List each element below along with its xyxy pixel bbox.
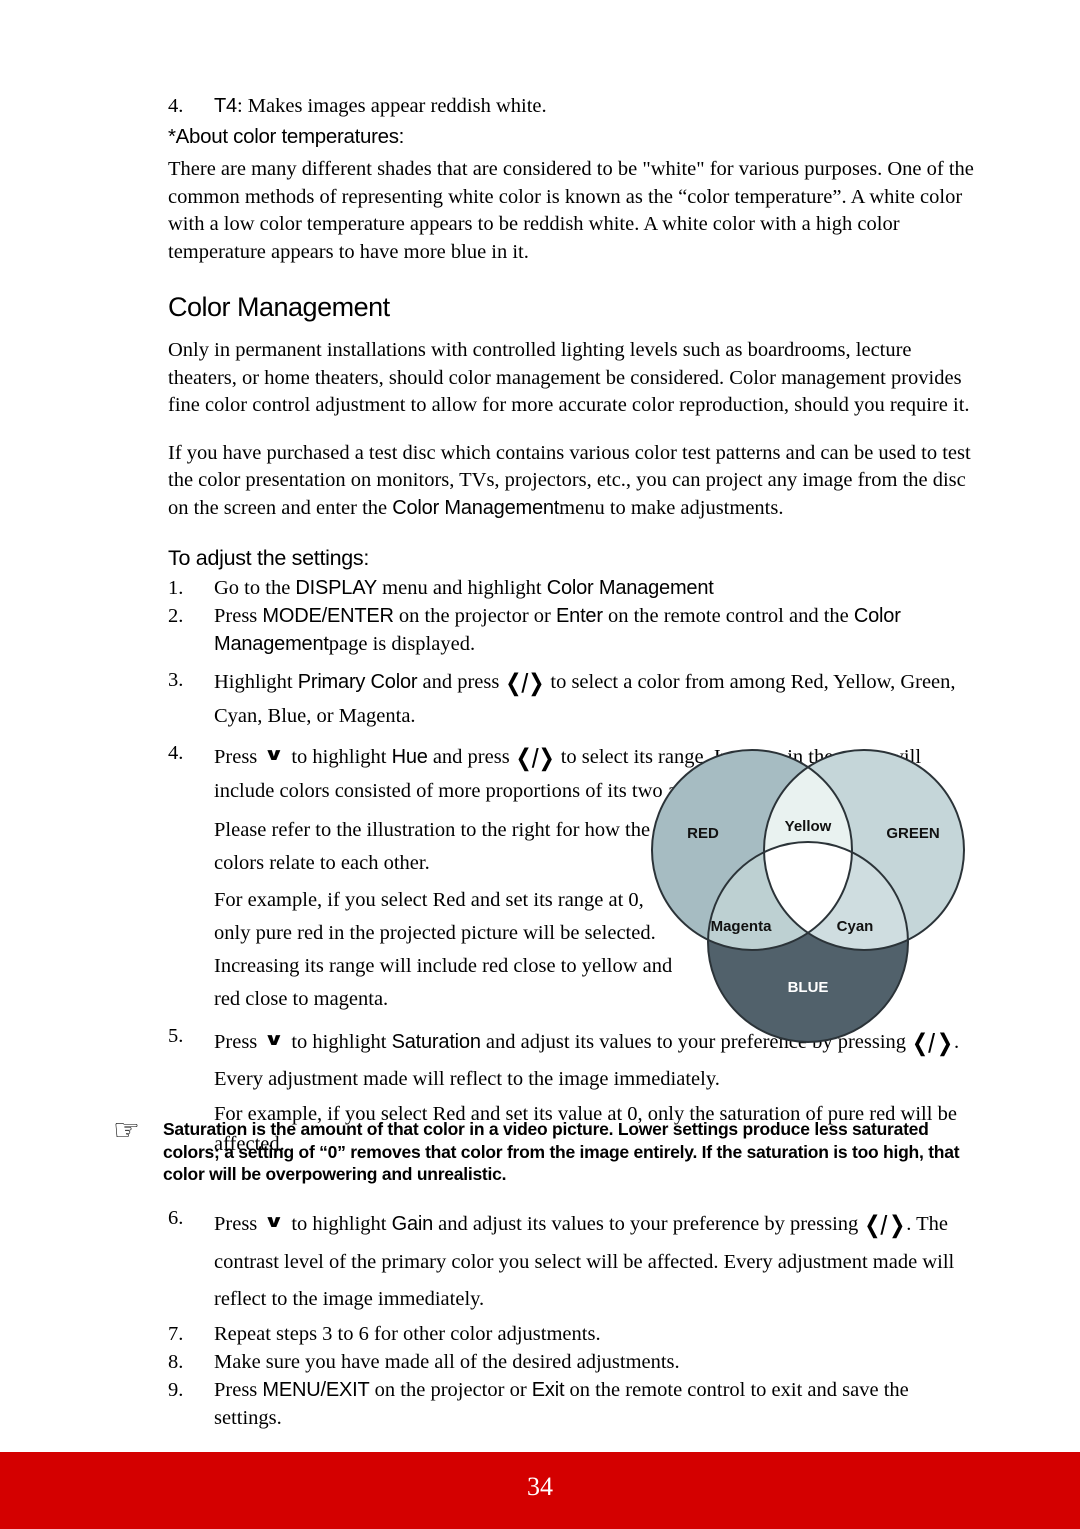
step-1-b: menu and highlight <box>377 577 547 599</box>
step-3-b: and press <box>417 671 505 693</box>
ui-term-t4: T4 <box>214 95 237 117</box>
venn-label-red: RED <box>687 825 719 842</box>
about-color-temperatures-heading: *About color temperatures: <box>168 125 405 148</box>
chevron-left-icon-gain: ❮/ <box>864 1211 888 1239</box>
step-2-body: Press MODE/ENTER on the projector or Ent… <box>214 602 980 658</box>
step-4-b: to highlight <box>286 746 392 768</box>
adjust-steps-list-continued: 6. Press ∨ to highlight Gain and adjust … <box>168 1204 980 1432</box>
step-9-marker: 9. <box>168 1379 184 1401</box>
step-2-c: on the remote control and the <box>602 605 854 627</box>
step-9-a: Press <box>214 1379 263 1401</box>
step-6-marker: 6. <box>168 1207 184 1229</box>
venn-label-cyan: Cyan <box>837 918 874 935</box>
ui-term-color-management-1: Color Management <box>546 577 714 599</box>
step-2-a: Press <box>214 605 263 627</box>
chevron-right-icon-gain: ❯ <box>889 1211 906 1239</box>
ui-term-menu-exit: MENU/EXIT <box>262 1379 370 1401</box>
step-3-marker: 3. <box>168 669 184 691</box>
step-8: 8. Make sure you have made all of the de… <box>168 1348 980 1376</box>
paragraph-2-part-b: menu to make adjustments. <box>559 496 784 519</box>
chevron-down-icon-hue: ∨ <box>263 745 285 765</box>
step-3: 3. Highlight Primary Color and press ❮/❯… <box>168 666 980 733</box>
step-9-body: Press MENU/EXIT on the projector or Exit… <box>214 1376 980 1432</box>
page-number: 34 <box>527 1472 553 1501</box>
ui-term-gain: Gain <box>391 1213 434 1235</box>
list-item-t4-rest: : Makes images appear reddish white. <box>236 95 547 117</box>
step-2-b: on the projector or <box>393 605 557 627</box>
ui-term-hue: Hue <box>391 746 428 768</box>
step-3-a: Highlight <box>214 671 298 693</box>
step-1: 1. Go to the DISPLAY menu and highlight … <box>168 574 980 602</box>
step-4-marker: 4. <box>168 742 184 764</box>
chevron-down-icon-saturation: ∨ <box>263 1030 285 1050</box>
ui-term-mode-enter: MODE/ENTER <box>262 605 394 627</box>
step-4-illustration-note: Please refer to the illustration to the … <box>214 819 651 874</box>
about-color-temperatures-paragraph: There are many different shades that are… <box>168 158 974 263</box>
venn-label-green: GREEN <box>886 825 939 842</box>
to-adjust-settings-heading: To adjust the settings: <box>168 546 370 570</box>
step-6-b: to highlight <box>286 1213 392 1235</box>
step-5-b: to highlight <box>286 1031 392 1053</box>
color-management-paragraph-2: If you have purchased a test disc which … <box>168 440 980 523</box>
step-8-body: Make sure you have made all of the desir… <box>214 1351 680 1373</box>
step-2-marker: 2. <box>168 605 184 627</box>
list-item-text: T4: Makes images appear reddish white. <box>214 92 980 120</box>
step-7-body: Repeat steps 3 to 6 for other color adju… <box>214 1323 601 1345</box>
step-2: 2. Press MODE/ENTER on the projector or … <box>168 602 980 658</box>
venn-label-blue: BLUE <box>788 979 829 996</box>
ui-term-exit: Exit <box>531 1379 565 1401</box>
step-1-a: Go to the <box>214 577 296 599</box>
color-management-paragraph-1: Only in permanent installations with con… <box>168 339 970 416</box>
ui-term-display: DISPLAY <box>295 577 378 599</box>
document-page: 4. T4: Makes images appear reddish white… <box>0 0 1080 1529</box>
ui-term-saturation: Saturation <box>391 1031 481 1053</box>
step-6-body: Press ∨ to highlight Gain and adjust its… <box>214 1204 980 1318</box>
note-callout-text: Saturation is the amount of that color i… <box>163 1119 960 1184</box>
step-7: 7. Repeat steps 3 to 6 for other color a… <box>168 1320 980 1348</box>
ui-term-color-management: Color Management <box>392 496 560 519</box>
step-6: 6. Press ∨ to highlight Gain and adjust … <box>168 1204 980 1318</box>
chevron-left-right-icon: ❮/❯ <box>505 669 545 697</box>
list-item-t4: 4. T4: Makes images appear reddish white… <box>168 92 980 120</box>
step-9: 9. Press MENU/EXIT on the projector or E… <box>168 1376 980 1432</box>
ui-term-enter: Enter <box>556 605 603 627</box>
step-8-marker: 8. <box>168 1351 184 1373</box>
step-2-d: page is displayed. <box>328 633 476 655</box>
step-6-c: and adjust its values to your preference… <box>433 1213 864 1235</box>
step-3-body: Highlight Primary Color and press ❮/❯ to… <box>214 666 980 733</box>
chevron-down-icon-gain: ∨ <box>263 1212 285 1232</box>
page-title: Color Management <box>168 292 390 322</box>
note-callout: ☞ Saturation is the amount of that color… <box>113 1113 983 1186</box>
chevron-left-right-icon-hue: ❮/❯ <box>515 744 555 772</box>
venn-label-yellow: Yellow <box>785 818 832 835</box>
list-item-marker: 4. <box>168 95 184 117</box>
step-4-example: For example, if you select Red and set i… <box>214 889 673 1010</box>
step-9-b: on the projector or <box>369 1379 532 1401</box>
color-relationship-venn-diagram: RED GREEN Yellow Magenta Cyan BLUE <box>648 746 968 1056</box>
step-1-marker: 1. <box>168 577 184 599</box>
ui-term-primary-color: Primary Color <box>297 671 418 693</box>
step-4-c: and press <box>427 746 515 768</box>
pointing-hand-icon: ☞ <box>113 1113 140 1148</box>
step-1-body: Go to the DISPLAY menu and highlight Col… <box>214 574 980 602</box>
step-7-marker: 7. <box>168 1323 184 1345</box>
venn-label-magenta: Magenta <box>711 918 773 935</box>
